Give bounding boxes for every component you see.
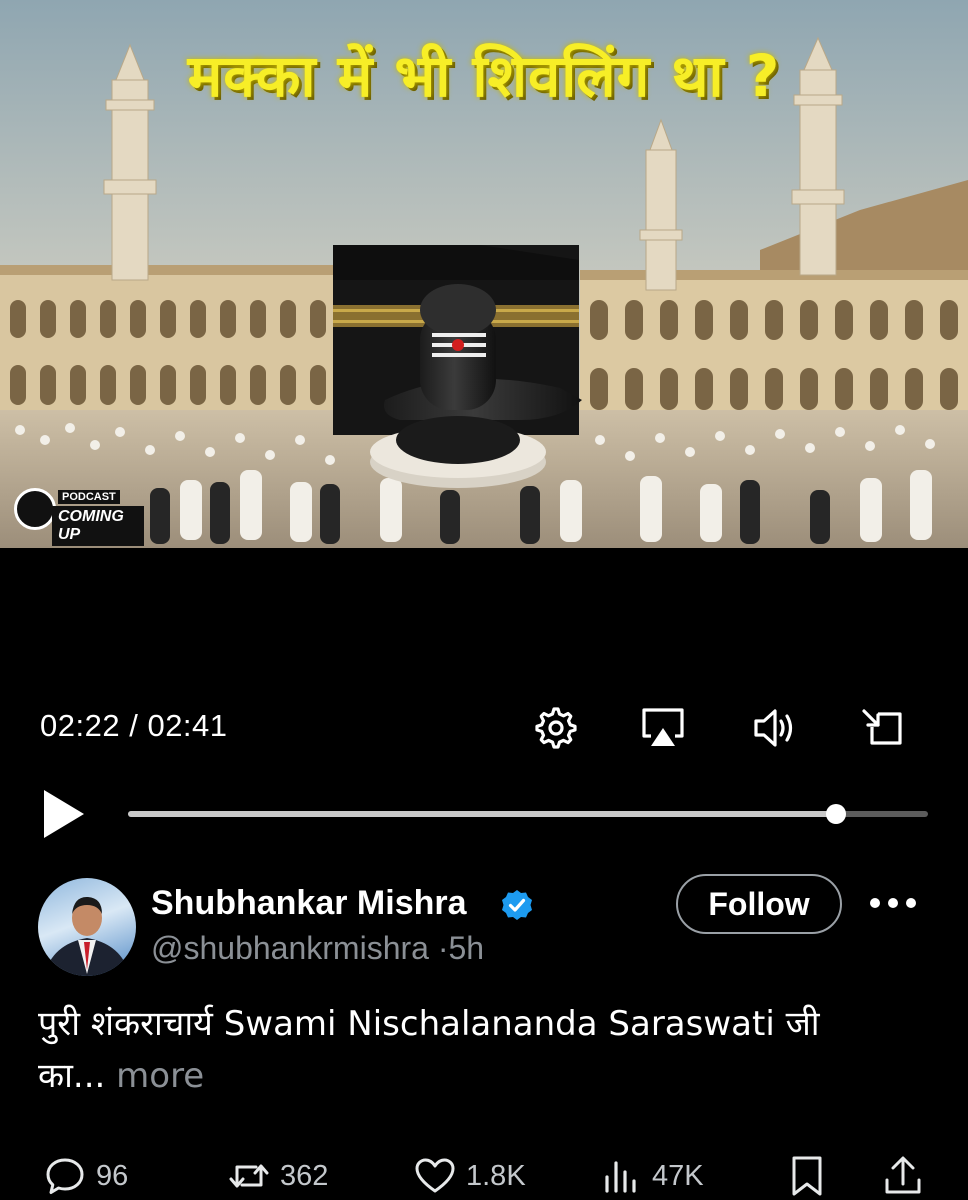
share-icon[interactable] xyxy=(882,1154,924,1198)
badge-podcast-label: PODCAST xyxy=(58,490,120,504)
heart-icon xyxy=(415,1158,455,1193)
duration: 02:41 xyxy=(147,708,228,743)
post-text-truncated: का... xyxy=(38,1056,106,1096)
post-time[interactable]: 5h xyxy=(448,930,484,966)
exit-fullscreen-icon[interactable] xyxy=(858,703,908,753)
time-separator: / xyxy=(129,708,139,743)
verified-badge-icon xyxy=(502,890,532,920)
like-count: 1.8K xyxy=(466,1159,526,1192)
post-text-line-1: पुरी शंकराचार्य Swami Nischalananda Sara… xyxy=(38,1004,820,1044)
author-name[interactable]: Shubhankar Mishra xyxy=(151,884,467,923)
current-time: 02:22 xyxy=(40,708,121,743)
views-count: 47K xyxy=(652,1159,704,1192)
avatar-portrait xyxy=(44,896,130,976)
more-options-icon[interactable] xyxy=(866,890,920,916)
seek-bar[interactable] xyxy=(128,804,928,824)
podcast-badge: PODCAST COMING UP xyxy=(14,484,144,546)
author-handle[interactable]: @shubhankrmishra xyxy=(151,930,429,966)
microphone-icon xyxy=(14,488,56,530)
show-more-link[interactable]: more xyxy=(116,1056,204,1096)
volume-icon[interactable] xyxy=(750,703,800,753)
author-handle-row: @shubhankrmishra ·5h xyxy=(151,930,484,967)
seek-bar-progress xyxy=(128,811,836,817)
play-icon[interactable] xyxy=(40,786,88,842)
repost-icon xyxy=(229,1164,269,1188)
badge-coming-up-label: COMING UP xyxy=(52,506,144,546)
views-button[interactable]: 47K xyxy=(600,1152,704,1200)
like-button[interactable]: 1.8K xyxy=(414,1152,526,1200)
reply-count: 96 xyxy=(96,1159,129,1192)
post-text-line-2: का... more xyxy=(38,1050,938,1102)
playback-time: 02:22 / 02:41 xyxy=(40,708,228,744)
reply-icon xyxy=(46,1158,84,1194)
follow-button[interactable]: Follow xyxy=(676,874,842,934)
handle-dot: · xyxy=(437,930,449,966)
bookmark-icon[interactable] xyxy=(786,1154,828,1198)
seek-bar-handle[interactable] xyxy=(826,804,846,824)
reply-button[interactable]: 96 xyxy=(44,1152,128,1200)
avatar[interactable] xyxy=(38,878,136,976)
gear-icon[interactable] xyxy=(531,703,581,753)
views-chart-icon xyxy=(605,1161,636,1193)
video-thumbnail[interactable]: मक्का में भी शिवलिंग था ? PODCAST COMING… xyxy=(0,0,968,548)
repost-button[interactable]: 362 xyxy=(228,1152,328,1200)
repost-count: 362 xyxy=(280,1159,329,1192)
post-text: पुरी शंकराचार्य Swami Nischalananda Sara… xyxy=(38,998,938,1102)
airplay-icon[interactable] xyxy=(638,702,688,752)
video-headline: मक्का में भी शिवलिंग था ? xyxy=(187,42,781,110)
